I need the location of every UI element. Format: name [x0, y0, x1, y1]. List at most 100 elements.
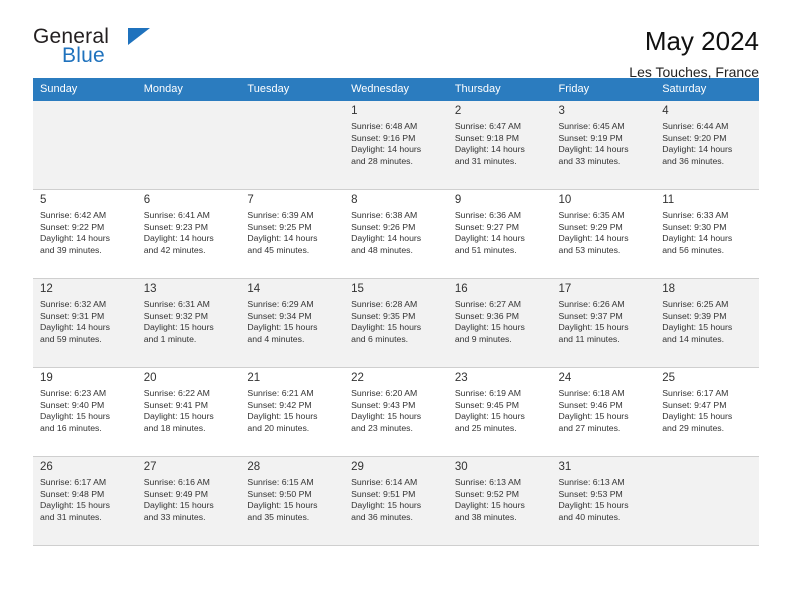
sun-times-detail: Sunrise: 6:22 AM Sunset: 9:41 PM Dayligh…	[143, 388, 214, 433]
day-cell-content: 19 Sunrise: 6:23 AM Sunset: 9:40 PM Dayli…	[33, 368, 137, 434]
weekday-header-sunday: Sunday	[33, 78, 137, 101]
calendar-day-cell[interactable]: 18 Sunrise: 6:25 AM Sunset: 9:39 PM Dayli…	[655, 278, 759, 368]
sun-times-detail: Sunrise: 6:35 AM Sunset: 9:29 PM Dayligh…	[558, 210, 629, 255]
sun-times-detail: Sunrise: 6:44 AM Sunset: 9:20 PM Dayligh…	[662, 121, 733, 166]
calendar-week-row: 12 Sunrise: 6:32 AM Sunset: 9:31 PM Dayli…	[33, 278, 759, 368]
day-number: 8	[351, 194, 358, 206]
calendar-day-cell[interactable]: 31 Sunrise: 6:13 AM Sunset: 9:53 PM Dayli…	[551, 456, 656, 546]
day-cell-content: 10 Sunrise: 6:35 AM Sunset: 9:29 PM Dayli…	[552, 190, 656, 256]
calendar-day-cell[interactable]: 14 Sunrise: 6:29 AM Sunset: 9:34 PM Dayli…	[240, 278, 345, 368]
calendar-day-cell[interactable]: 17 Sunrise: 6:26 AM Sunset: 9:37 PM Dayli…	[551, 278, 656, 368]
day-number: 12	[40, 283, 53, 295]
calendar-day-cell[interactable]: 8 Sunrise: 6:38 AM Sunset: 9:26 PM Daylig…	[344, 189, 448, 279]
sun-times-detail: Sunrise: 6:21 AM Sunset: 9:42 PM Dayligh…	[247, 388, 318, 433]
sun-times-detail: Sunrise: 6:13 AM Sunset: 9:53 PM Dayligh…	[558, 477, 629, 522]
calendar-day-cell[interactable]: 12 Sunrise: 6:32 AM Sunset: 9:31 PM Dayli…	[33, 278, 137, 368]
calendar-day-cell[interactable]: 29 Sunrise: 6:14 AM Sunset: 9:51 PM Dayli…	[344, 456, 448, 546]
calendar-day-cell[interactable]: 1 Sunrise: 6:48 AM Sunset: 9:16 PM Daylig…	[344, 100, 448, 190]
weekday-header-wednesday: Wednesday	[344, 78, 448, 101]
general-blue-logo[interactable]: General Blue	[33, 26, 153, 76]
day-cell-content: 13 Sunrise: 6:31 AM Sunset: 9:32 PM Dayli…	[137, 279, 241, 345]
calendar-day-cell[interactable]: 24 Sunrise: 6:18 AM Sunset: 9:46 PM Dayli…	[551, 367, 656, 457]
day-cell-content: 29 Sunrise: 6:14 AM Sunset: 9:51 PM Dayli…	[344, 457, 448, 523]
day-number: 9	[454, 194, 462, 206]
calendar-empty-cell	[33, 100, 137, 190]
day-number: 2	[454, 105, 462, 117]
day-number: 3	[558, 105, 565, 117]
calendar-day-cell[interactable]: 7 Sunrise: 6:39 AM Sunset: 9:25 PM Daylig…	[240, 189, 345, 279]
day-cell-content: 7 Sunrise: 6:39 AM Sunset: 9:25 PM Daylig…	[240, 190, 344, 256]
sun-times-detail: Sunrise: 6:16 AM Sunset: 9:49 PM Dayligh…	[143, 477, 214, 522]
day-cell-content: 17 Sunrise: 6:26 AM Sunset: 9:37 PM Dayli…	[552, 279, 656, 345]
calendar-day-cell[interactable]: 28 Sunrise: 6:15 AM Sunset: 9:50 PM Dayli…	[240, 456, 345, 546]
day-cell-content: 25 Sunrise: 6:17 AM Sunset: 9:47 PM Dayli…	[655, 368, 759, 434]
calendar-table: Sunday Monday Tuesday Wednesday Thursday…	[33, 78, 759, 546]
calendar-day-cell[interactable]: 10 Sunrise: 6:35 AM Sunset: 9:29 PM Dayli…	[551, 189, 656, 279]
day-number: 24	[558, 372, 572, 384]
day-number: 28	[247, 461, 261, 473]
day-cell-content: 23 Sunrise: 6:19 AM Sunset: 9:45 PM Dayli…	[448, 368, 552, 434]
location-subtitle: Les Touches, France	[629, 64, 759, 80]
calendar-day-cell[interactable]: 3 Sunrise: 6:45 AM Sunset: 9:19 PM Daylig…	[551, 100, 656, 190]
calendar-day-cell[interactable]: 25 Sunrise: 6:17 AM Sunset: 9:47 PM Dayli…	[655, 367, 759, 457]
day-number: 23	[454, 372, 468, 384]
sun-times-detail: Sunrise: 6:19 AM Sunset: 9:45 PM Dayligh…	[454, 388, 525, 433]
day-cell-content: 18 Sunrise: 6:25 AM Sunset: 9:39 PM Dayli…	[655, 279, 759, 345]
day-number: 6	[143, 194, 151, 206]
calendar-day-cell[interactable]: 13 Sunrise: 6:31 AM Sunset: 9:32 PM Dayli…	[136, 278, 241, 368]
day-cell-content: 1 Sunrise: 6:48 AM Sunset: 9:16 PM Daylig…	[344, 101, 448, 167]
sun-times-detail: Sunrise: 6:33 AM Sunset: 9:30 PM Dayligh…	[662, 210, 733, 255]
sun-times-detail: Sunrise: 6:14 AM Sunset: 9:51 PM Dayligh…	[351, 477, 422, 522]
day-number: 29	[351, 461, 364, 473]
calendar-day-cell[interactable]: 19 Sunrise: 6:23 AM Sunset: 9:40 PM Dayli…	[33, 367, 137, 457]
sun-times-detail: Sunrise: 6:48 AM Sunset: 9:16 PM Dayligh…	[351, 121, 422, 166]
calendar-day-cell[interactable]: 27 Sunrise: 6:16 AM Sunset: 9:49 PM Dayli…	[136, 456, 241, 546]
calendar-day-cell[interactable]: 9 Sunrise: 6:36 AM Sunset: 9:27 PM Daylig…	[447, 189, 552, 279]
sun-times-detail: Sunrise: 6:31 AM Sunset: 9:32 PM Dayligh…	[143, 299, 214, 344]
day-cell-content: 27 Sunrise: 6:16 AM Sunset: 9:49 PM Dayli…	[137, 457, 241, 523]
day-number: 25	[662, 372, 676, 384]
calendar-day-cell[interactable]: 15 Sunrise: 6:28 AM Sunset: 9:35 PM Dayli…	[344, 278, 448, 368]
day-cell-content: 24 Sunrise: 6:18 AM Sunset: 9:46 PM Dayli…	[552, 368, 656, 434]
day-cell-content: 14 Sunrise: 6:29 AM Sunset: 9:34 PM Dayli…	[240, 279, 344, 345]
calendar-day-cell[interactable]: 4 Sunrise: 6:44 AM Sunset: 9:20 PM Daylig…	[655, 100, 759, 190]
calendar-day-cell[interactable]: 2 Sunrise: 6:47 AM Sunset: 9:18 PM Daylig…	[447, 100, 552, 190]
sun-times-detail: Sunrise: 6:25 AM Sunset: 9:39 PM Dayligh…	[662, 299, 733, 344]
day-number: 31	[558, 461, 572, 473]
day-number: 26	[40, 461, 53, 473]
day-cell-content: 31 Sunrise: 6:13 AM Sunset: 9:53 PM Dayli…	[552, 457, 656, 523]
logo-text-blue: Blue	[62, 44, 105, 67]
day-cell-content: 8 Sunrise: 6:38 AM Sunset: 9:26 PM Daylig…	[344, 190, 448, 256]
sun-times-detail: Sunrise: 6:29 AM Sunset: 9:34 PM Dayligh…	[247, 299, 318, 344]
calendar-day-cell[interactable]: 26 Sunrise: 6:17 AM Sunset: 9:48 PM Dayli…	[33, 456, 137, 546]
day-number: 20	[143, 372, 157, 384]
calendar-day-cell[interactable]: 20 Sunrise: 6:22 AM Sunset: 9:41 PM Dayli…	[136, 367, 241, 457]
sun-times-detail: Sunrise: 6:28 AM Sunset: 9:35 PM Dayligh…	[351, 299, 422, 344]
calendar-day-cell[interactable]: 30 Sunrise: 6:13 AM Sunset: 9:52 PM Dayli…	[447, 456, 552, 546]
day-cell-content	[655, 457, 759, 470]
calendar-day-cell[interactable]: 21 Sunrise: 6:21 AM Sunset: 9:42 PM Dayli…	[240, 367, 345, 457]
sun-times-detail: Sunrise: 6:36 AM Sunset: 9:27 PM Dayligh…	[454, 210, 525, 255]
sun-times-detail: Sunrise: 6:27 AM Sunset: 9:36 PM Dayligh…	[454, 299, 525, 344]
day-cell-content	[240, 101, 344, 114]
day-number: 17	[558, 283, 572, 295]
day-number: 27	[143, 461, 157, 473]
calendar-day-cell[interactable]: 11 Sunrise: 6:33 AM Sunset: 9:30 PM Dayli…	[655, 189, 759, 279]
title-block: May 2024 Les Touches, France	[629, 26, 759, 82]
calendar-day-cell[interactable]: 6 Sunrise: 6:41 AM Sunset: 9:23 PM Daylig…	[136, 189, 241, 279]
day-cell-content: 12 Sunrise: 6:32 AM Sunset: 9:31 PM Dayli…	[33, 279, 137, 345]
triangle-icon	[128, 28, 150, 45]
day-number: 22	[351, 372, 364, 384]
day-number: 10	[558, 194, 572, 206]
sun-times-detail: Sunrise: 6:13 AM Sunset: 9:52 PM Dayligh…	[454, 477, 525, 522]
day-number: 5	[40, 194, 47, 206]
sun-times-detail: Sunrise: 6:17 AM Sunset: 9:48 PM Dayligh…	[40, 477, 111, 522]
calendar-day-cell[interactable]: 22 Sunrise: 6:20 AM Sunset: 9:43 PM Dayli…	[344, 367, 448, 457]
calendar-day-cell[interactable]: 23 Sunrise: 6:19 AM Sunset: 9:45 PM Dayli…	[447, 367, 552, 457]
day-number: 21	[247, 372, 261, 384]
sun-times-detail: Sunrise: 6:38 AM Sunset: 9:26 PM Dayligh…	[351, 210, 422, 255]
calendar-day-cell[interactable]: 5 Sunrise: 6:42 AM Sunset: 9:22 PM Daylig…	[33, 189, 137, 279]
sun-times-detail: Sunrise: 6:32 AM Sunset: 9:31 PM Dayligh…	[40, 299, 111, 344]
logo-divider	[124, 27, 127, 64]
calendar-day-cell[interactable]: 16 Sunrise: 6:27 AM Sunset: 9:36 PM Dayli…	[447, 278, 552, 368]
